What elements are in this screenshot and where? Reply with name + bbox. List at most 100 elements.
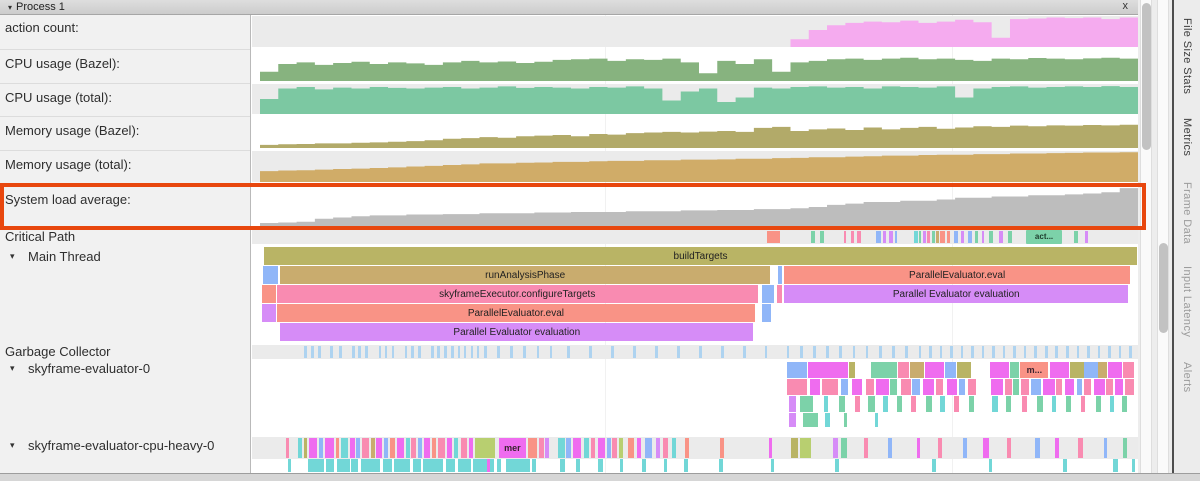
trace-tick[interactable] [800, 346, 803, 358]
trace-tick[interactable] [940, 231, 944, 243]
collapse-arrow-icon[interactable]: ▾ [8, 3, 12, 12]
counter-chart-cpu-bazel[interactable] [252, 50, 1138, 81]
trace-tick[interactable] [883, 231, 886, 243]
trace-slice[interactable] [390, 438, 395, 458]
trace-slice[interactable] [822, 379, 838, 395]
trace-slice[interactable] [1037, 396, 1043, 412]
trace-tick[interactable] [365, 346, 368, 358]
trace-slice[interactable] [1098, 362, 1107, 378]
critical-path-track[interactable]: act... [252, 230, 1138, 244]
trace-tick[interactable] [471, 346, 474, 358]
trace-tick[interactable] [929, 346, 932, 358]
trace-slice[interactable] [684, 459, 688, 472]
trace-slice[interactable] [336, 438, 340, 458]
trace-slice[interactable] [558, 438, 565, 458]
trace-slice[interactable] [487, 459, 490, 472]
trace-tick[interactable] [497, 346, 500, 358]
trace-slice[interactable] [1125, 379, 1134, 395]
trace-slice[interactable] [1084, 379, 1092, 395]
trace-slice[interactable] [917, 438, 921, 458]
trace-slice[interactable] [438, 438, 445, 458]
trace-tick[interactable] [392, 346, 395, 358]
trace-slice[interactable] [432, 438, 436, 458]
trace-tick[interactable] [311, 346, 314, 358]
trace-slice[interactable] [351, 459, 358, 472]
trace-slice[interactable] [506, 459, 531, 472]
trace-slice[interactable] [1081, 396, 1085, 412]
trace-tick[interactable] [923, 231, 927, 243]
tab-alerts[interactable]: Alerts [1181, 362, 1193, 393]
trace-tick[interactable] [975, 231, 979, 243]
trace-tick[interactable] [385, 346, 388, 358]
trace-slice[interactable] [560, 459, 564, 472]
trace-tick[interactable] [1119, 346, 1122, 358]
trace-tick[interactable] [889, 231, 893, 243]
trace-slice[interactable] [262, 304, 276, 322]
trace-slice[interactable] [778, 266, 782, 284]
trace-slice[interactable] [855, 396, 859, 412]
trace-slice[interactable] [791, 438, 798, 458]
collapse-arrow-icon[interactable]: ▾ [10, 440, 15, 451]
trace-slice[interactable] [685, 438, 689, 458]
trace-slice[interactable] [990, 362, 1008, 378]
trace-slice[interactable] [341, 438, 348, 458]
trace-tick[interactable] [330, 346, 333, 358]
trace-slice[interactable] [298, 438, 302, 458]
trace-slice[interactable] [890, 379, 897, 395]
trace-tick[interactable] [352, 346, 355, 358]
tab-metrics[interactable]: Metrics [1181, 118, 1193, 156]
trace-tick[interactable] [721, 346, 724, 358]
trace-slice[interactable] [1078, 438, 1082, 458]
trace-tick[interactable] [1087, 346, 1090, 358]
trace-slice[interactable] [898, 362, 909, 378]
trace-slice[interactable] [309, 438, 317, 458]
trace-tick[interactable] [464, 346, 467, 358]
trace-slice[interactable] [406, 438, 410, 458]
trace-slice[interactable] [841, 438, 847, 458]
vertical-scrollbar-track[interactable] [1157, 0, 1169, 473]
trace-slice[interactable] [1050, 362, 1068, 378]
trace-slice[interactable] [591, 438, 595, 458]
trace-slice[interactable] [326, 459, 334, 472]
trace-slice-runanalysisphase[interactable]: runAnalysisPhase [280, 266, 770, 284]
tab-frame-data[interactable]: Frame Data [1181, 182, 1193, 244]
trace-slice[interactable] [1122, 396, 1127, 412]
trace-tick[interactable] [523, 346, 526, 358]
trace-tick[interactable] [1034, 346, 1037, 358]
trace-slice[interactable] [325, 438, 334, 458]
trace-slice-mer[interactable]: mer [499, 438, 526, 458]
trace-slice[interactable] [824, 396, 828, 412]
trace-tick[interactable] [982, 231, 985, 243]
trace-tick[interactable] [982, 346, 985, 358]
trace-slice[interactable] [769, 438, 772, 458]
trace-tick[interactable] [537, 346, 540, 358]
trace-slice[interactable] [954, 396, 959, 412]
trace-slice[interactable] [566, 438, 570, 458]
trace-slice[interactable] [787, 379, 807, 395]
trace-tick[interactable] [765, 346, 768, 358]
trace-slice[interactable] [376, 438, 382, 458]
trace-tick[interactable] [1066, 346, 1069, 358]
collapse-arrow-icon[interactable]: ▾ [10, 251, 15, 262]
trace-slice[interactable] [361, 459, 380, 472]
trace-slice[interactable] [983, 438, 988, 458]
trace-tick[interactable] [589, 346, 592, 358]
trace-slice[interactable] [473, 459, 494, 472]
trace-slice[interactable] [1113, 459, 1117, 472]
trace-slice-skyframeexecutor-configuretargets[interactable]: skyframeExecutor.configureTargets [277, 285, 758, 303]
trace-slice[interactable] [849, 362, 855, 378]
trace-slice[interactable] [825, 413, 830, 427]
trace-slice[interactable] [883, 396, 887, 412]
trace-slice[interactable] [319, 438, 323, 458]
trace-slice[interactable] [1094, 379, 1105, 395]
trace-slice[interactable] [1007, 438, 1011, 458]
trace-slice[interactable] [897, 396, 902, 412]
trace-chip[interactable]: act... [1026, 230, 1063, 244]
trace-tick[interactable] [787, 346, 790, 358]
tab-file-size-stats[interactable]: File Size Stats [1181, 18, 1193, 94]
trace-slice[interactable] [1055, 438, 1059, 458]
trace-slice[interactable] [637, 438, 641, 458]
trace-slice[interactable] [350, 438, 355, 458]
trace-tick[interactable] [851, 231, 854, 243]
trace-slice[interactable] [911, 396, 915, 412]
